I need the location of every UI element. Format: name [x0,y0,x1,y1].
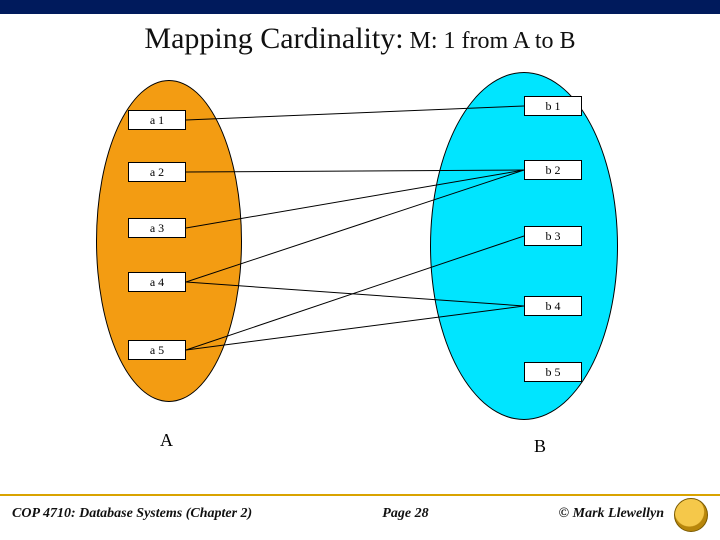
footer-left: COP 4710: Database Systems (Chapter 2) [12,506,252,522]
node-b3: b 3 [524,226,582,246]
node-a2: a 2 [128,162,186,182]
node-a1: a 1 [128,110,186,130]
footer-page: Page 28 [252,506,558,522]
diagram-canvas: a 1 a 2 a 3 a 4 a 5 b 1 b 2 b 3 b 4 b 5 … [0,0,720,540]
ucf-seal-icon [674,498,708,532]
node-b1: b 1 [524,96,582,116]
footer: COP 4710: Database Systems (Chapter 2) P… [0,494,720,522]
set-b-label: B [534,436,546,457]
footer-right: © Mark Llewellyn [559,506,664,522]
node-b4: b 4 [524,296,582,316]
node-b5: b 5 [524,362,582,382]
node-a5: a 5 [128,340,186,360]
node-a4: a 4 [128,272,186,292]
node-a3: a 3 [128,218,186,238]
set-a-label: A [160,430,173,451]
node-b2: b 2 [524,160,582,180]
